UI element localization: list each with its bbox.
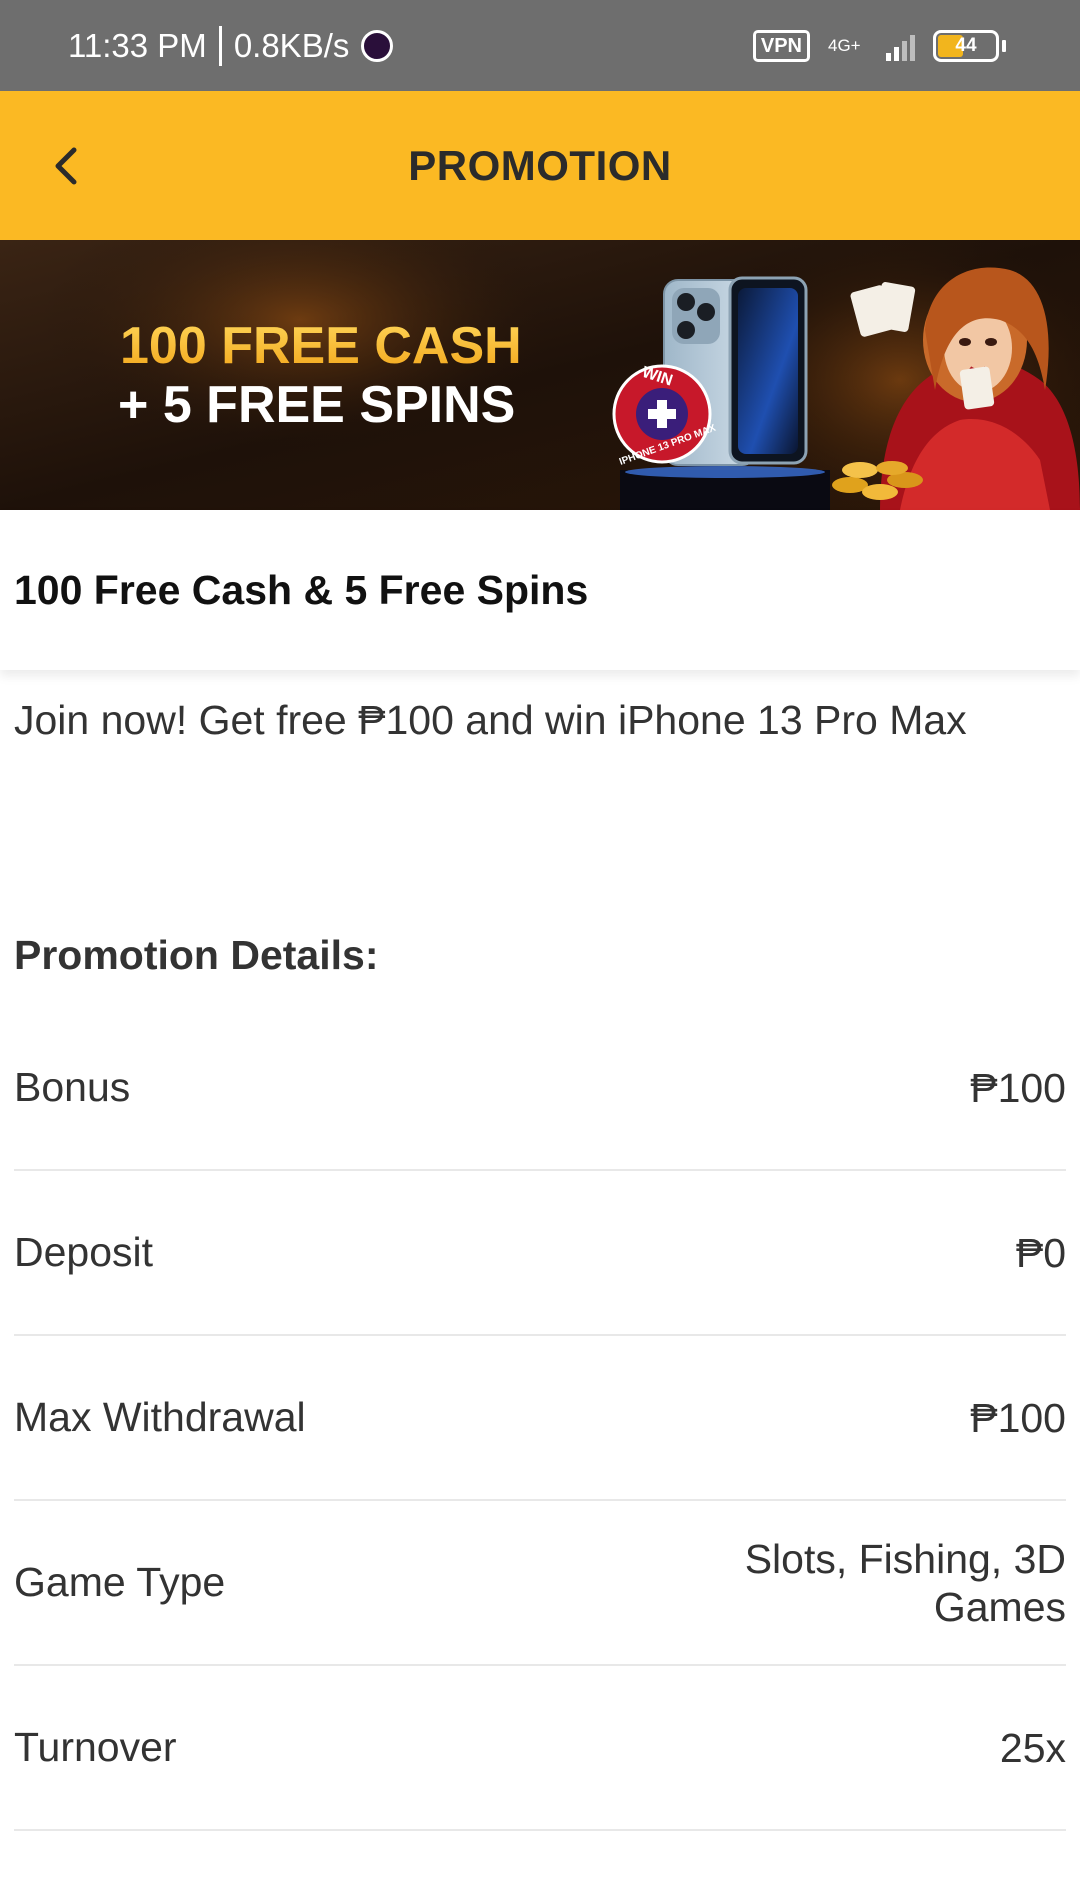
- status-time: 11:33 PM: [68, 26, 207, 64]
- detail-label: Deposit: [14, 1229, 154, 1275]
- app-header: PROMOTION: [0, 91, 1080, 240]
- signal-icon: [886, 31, 915, 61]
- banner-line-2: + 5 FREE SPINS: [118, 376, 515, 434]
- detail-label: Max Withdrawal: [14, 1394, 306, 1440]
- promotion-details-heading: Promotion Details:: [14, 932, 379, 978]
- network-type: 4G+: [828, 36, 861, 55]
- detail-row-turnover: Turnover 25x: [14, 1666, 1066, 1831]
- detail-label: Game Type: [14, 1559, 226, 1605]
- status-network-speed: 0.8KB/s: [233, 26, 350, 64]
- detail-value: 25x: [999, 1724, 1066, 1771]
- promotion-title: 100 Free Cash & 5 Free Spins: [14, 566, 589, 613]
- status-bar: 11:33 PM 0.8KB/s VPN 4G+ 44: [0, 0, 1080, 91]
- status-right: VPN 4G+ 44: [752, 29, 1006, 62]
- app-notification-icon: [361, 29, 394, 62]
- battery-level: 44: [955, 34, 977, 56]
- battery-icon: 44: [933, 29, 1006, 62]
- page-title: PROMOTION: [408, 141, 672, 189]
- chevron-left-icon[interactable]: [42, 142, 90, 190]
- detail-row-max-withdrawal: Max Withdrawal ₱100: [14, 1336, 1066, 1501]
- detail-value: Slots, Fishing, 3D Games: [744, 1535, 1066, 1630]
- detail-row-deposit: Deposit ₱0: [14, 1171, 1066, 1336]
- vpn-badge: VPN: [752, 29, 810, 62]
- detail-value: ₱100: [970, 1064, 1066, 1111]
- detail-row-game-type: Game Type Slots, Fishing, 3D Games: [14, 1501, 1066, 1666]
- detail-value: ₱0: [1015, 1229, 1066, 1276]
- promotion-description: Join now! Get free ₱100 and win iPhone 1…: [14, 697, 967, 743]
- detail-label: Turnover: [14, 1724, 177, 1770]
- detail-row-bonus: Bonus ₱100: [14, 1006, 1066, 1171]
- detail-label: Bonus: [14, 1064, 131, 1110]
- detail-value: ₱100: [970, 1394, 1066, 1441]
- promotion-banner[interactable]: 100 FREE CASH + 5 FREE SPINS WIN IPHONE …: [0, 240, 1080, 510]
- banner-line-1: 100 FREE CASH: [120, 317, 522, 375]
- promotion-title-card: 100 Free Cash & 5 Free Spins: [0, 510, 1080, 670]
- promotion-details-list: Bonus ₱100 Deposit ₱0 Max Withdrawal ₱10…: [14, 1006, 1066, 1831]
- status-left: 11:33 PM 0.8KB/s: [68, 25, 394, 66]
- status-separator: [218, 25, 222, 66]
